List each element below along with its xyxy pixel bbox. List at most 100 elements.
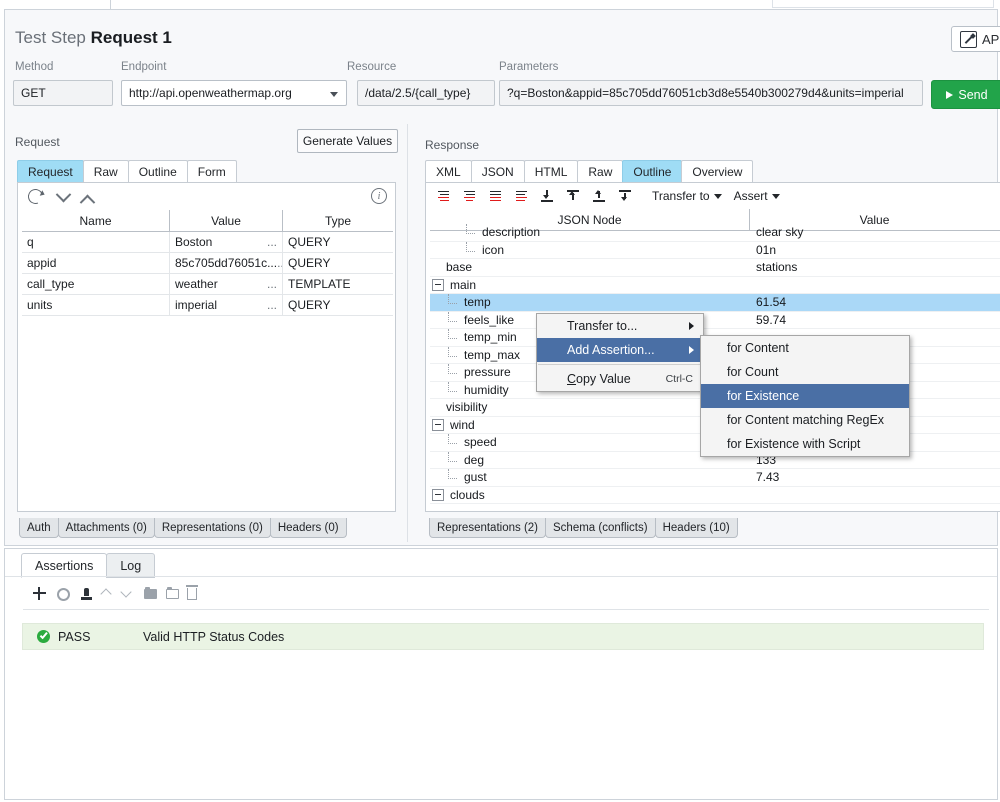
generate-values-button[interactable]: Generate Values [297,129,398,153]
collapse-all-icon[interactable] [430,187,456,205]
param-name: q [22,232,170,252]
tree-node-label: temp_min [464,330,517,344]
page-title-name: Request 1 [91,28,172,47]
assertions-tab-log[interactable]: Log [106,553,155,578]
assertions-tab-assertions[interactable]: Assertions [21,553,107,578]
request-tab-form[interactable]: Form [187,160,237,183]
response-tab-html[interactable]: HTML [524,160,579,183]
expand-level-icon[interactable] [482,187,508,205]
value-overflow-ellipsis: ... [267,235,277,249]
request-bottom-tab-headers-0[interactable]: Headers (0) [270,518,347,538]
submenu-item-for-existence-with-script[interactable]: for Existence with Script [701,432,909,456]
panes-splitter[interactable] [407,124,408,542]
tree-node-label: wind [450,418,475,432]
column-header[interactable]: Type [283,210,393,231]
api-request-button[interactable]: API R [951,26,1000,52]
submenu-arrow-icon [689,346,694,354]
submenu-item-label: for Count [727,365,778,379]
send-button[interactable]: Send [931,80,1000,109]
move-down-icon [119,585,133,599]
transfer-to-menu[interactable]: Transfer to [652,189,722,203]
request-bottom-tab-auth[interactable]: Auth [19,518,59,538]
chevron-down-icon[interactable] [330,92,338,97]
tree-node-value: 59.74 [750,313,999,327]
info-icon[interactable]: i [371,188,387,204]
response-bottom-tab-representations-2[interactable]: Representations (2) [429,518,546,538]
submenu-item-for-count[interactable]: for Count [701,360,909,384]
submenu-item-for-content-matching-regex[interactable]: for Content matching RegEx [701,408,909,432]
tree-connector [448,294,457,304]
tab-label: JSON [482,165,514,179]
context-menu[interactable]: Transfer to...Add Assertion... Copy Value… [536,313,704,392]
request-bottom-tab-representations-0[interactable]: Representations (0) [154,518,271,538]
request-tab-request[interactable]: Request [17,160,84,183]
request-tab-outline[interactable]: Outline [128,160,188,183]
resource-label: Resource [347,61,396,73]
collapse-level-icon[interactable] [456,187,482,205]
assertion-row[interactable]: PASS Valid HTTP Status Codes [22,623,984,650]
refresh-icon[interactable] [27,188,43,204]
tree-node-value: 61.54 [750,295,999,309]
response-tab-xml[interactable]: XML [425,160,472,183]
request-parameters-panel: i NameValueType qBoston...QUERYappid85c7… [17,182,396,512]
request-bottom-tab-attachments-0[interactable]: Attachments (0) [58,518,155,538]
add-assertion-icon[interactable] [31,585,47,601]
tab-label: Outline [633,165,671,179]
assert-menu[interactable]: Assert [734,189,780,203]
endpoint-combo[interactable]: http://api.openweathermap.org [121,80,347,106]
menu-item-add-assertion[interactable]: Add Assertion... [537,338,703,362]
add-assertion-submenu[interactable]: for Content for Count for Existencefor Con… [700,335,910,457]
tree-connector [448,364,457,374]
response-tab-outline[interactable]: Outline [622,160,682,183]
response-bottom-tab-schema-conflicts[interactable]: Schema (conflicts) [545,518,656,538]
menu-item-copy-value[interactable]: Copy ValueCtrl-C [537,367,703,391]
select-last-child-icon[interactable] [612,187,638,205]
tree-connector [448,329,457,339]
tree-connector [448,469,457,479]
parameters-field[interactable]: ?q=Boston&appid=85c705dd76051cb3d8e5540b… [499,80,923,106]
expand-all-icon[interactable] [508,187,534,205]
generate-values-label: Generate Values [303,134,392,148]
tab-label: XML [436,165,461,179]
column-header[interactable]: Name [22,210,170,231]
table-row[interactable]: qBoston...QUERY [22,232,393,253]
response-tab-overview[interactable]: Overview [681,160,753,183]
tree-row[interactable]: basestations [430,259,1000,277]
param-type: QUERY [283,295,393,315]
table-row[interactable]: appid85c705dd76051c......QUERY [22,253,393,274]
tree-row[interactable]: icon01n [430,242,1000,260]
response-tab-raw[interactable]: Raw [577,160,623,183]
submenu-arrow-icon [689,322,694,330]
response-bottom-tab-headers-10[interactable]: Headers (10) [655,518,738,538]
move-up-icon[interactable] [80,192,94,206]
tree-connector [448,452,457,462]
endpoint-label: Endpoint [121,61,166,73]
submenu-item-for-existence[interactable]: for Existence [701,384,909,408]
move-down-icon[interactable] [56,190,70,204]
clone-assertion-icon[interactable] [78,586,94,602]
tree-node-cell: gust [430,469,750,486]
table-row[interactable]: unitsimperial...QUERY [22,295,393,316]
method-select[interactable]: GET [13,80,113,106]
tab-label: Schema (conflicts) [553,522,648,534]
collapse-toggle-icon[interactable] [432,489,444,501]
tree-row[interactable]: feels_like59.74 [430,312,1000,330]
column-header[interactable]: Value [170,210,283,231]
resource-field[interactable]: /data/2.5/{call_type} [357,80,495,106]
select-first-child-icon[interactable] [534,187,560,205]
collapse-toggle-icon[interactable] [432,279,444,291]
menu-item-transfer-to[interactable]: Transfer to... [537,314,703,338]
response-tab-json[interactable]: JSON [471,160,525,183]
select-last-parent-icon[interactable] [586,187,612,205]
response-pane-title: Response [425,138,479,152]
select-first-parent-icon[interactable] [560,187,586,205]
tree-row[interactable]: descriptionclear sky [430,224,1000,242]
request-tab-raw[interactable]: Raw [83,160,129,183]
submenu-item-for-content[interactable]: for Content [701,336,909,360]
tree-row[interactable]: gust7.43 [430,469,1000,487]
tree-row[interactable]: clouds [430,487,1000,505]
tree-row[interactable]: main [430,277,1000,295]
tree-row[interactable]: temp61.54 [430,294,1000,312]
collapse-toggle-icon[interactable] [432,419,444,431]
table-row[interactable]: call_typeweather...TEMPLATE [22,274,393,295]
